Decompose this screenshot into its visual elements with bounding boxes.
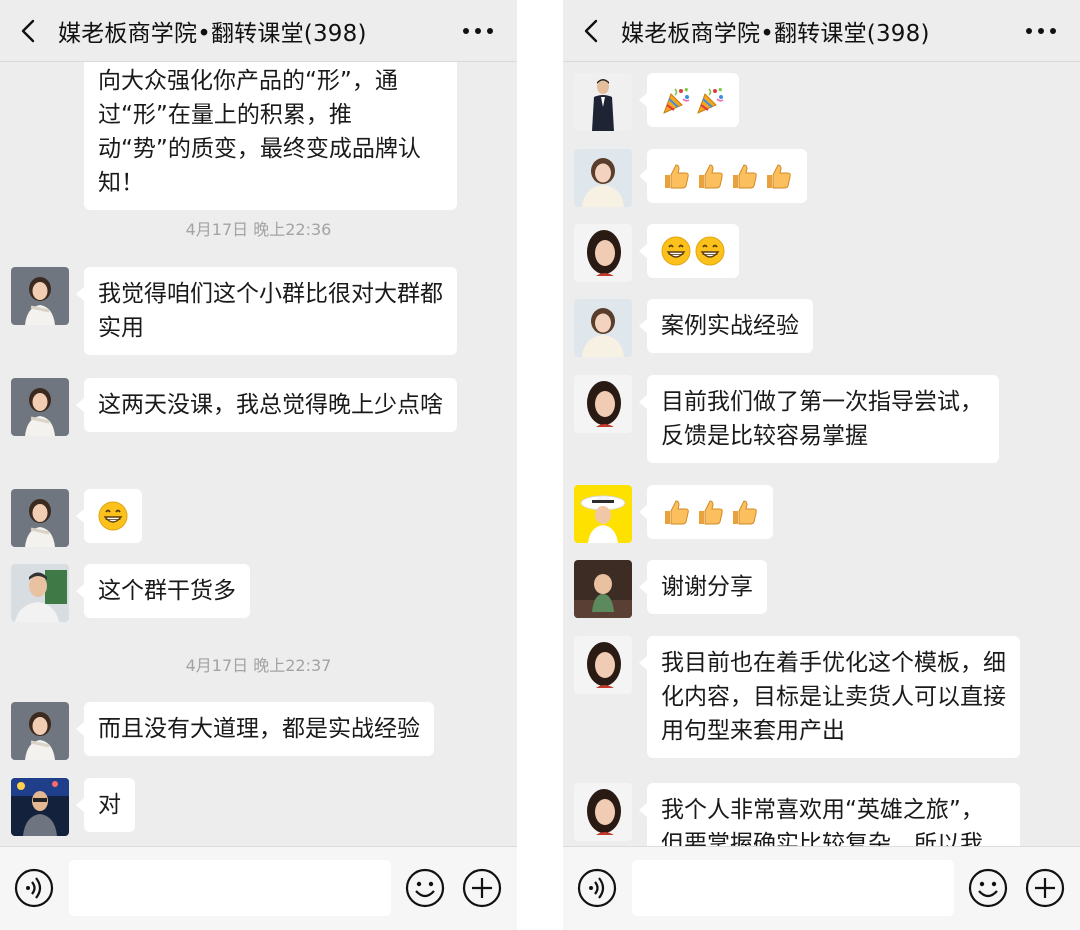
smile-icon[interactable] bbox=[968, 868, 1008, 908]
message-input[interactable] bbox=[69, 860, 391, 916]
voice-icon[interactable] bbox=[14, 868, 54, 908]
avatar[interactable] bbox=[574, 560, 632, 618]
chevron-left-icon[interactable] bbox=[581, 18, 603, 44]
message-bubble[interactable] bbox=[639, 485, 773, 539]
avatar[interactable] bbox=[574, 299, 632, 357]
message-bubble[interactable]: 向大众强化你产品的“形”，通过“形”在量上的积累，推动“势”的质变，最终变成品牌… bbox=[84, 62, 457, 210]
message-bubble[interactable]: 对 bbox=[76, 778, 135, 832]
plus-icon[interactable] bbox=[462, 868, 502, 908]
message-bubble[interactable]: 我觉得咱们这个小群比很对大群都实用 bbox=[76, 267, 457, 355]
more-dots-icon[interactable] bbox=[461, 23, 495, 39]
message-bubble[interactable]: 我个人非常喜欢用“英雄之旅”，但要掌握确实比较复杂，所以我 bbox=[639, 783, 1020, 846]
thumbs-up-emoji-icon bbox=[729, 161, 759, 191]
avatar[interactable] bbox=[574, 149, 632, 207]
more-dots-icon[interactable] bbox=[1024, 23, 1058, 39]
message-bubble[interactable]: 谢谢分享 bbox=[639, 560, 767, 614]
message-bubble[interactable]: 这个群干货多 bbox=[76, 564, 250, 618]
party-popper-emoji-icon bbox=[695, 85, 725, 115]
timestamp: 4月17日 晚上22:37 bbox=[185, 656, 332, 675]
grin-emoji-icon bbox=[661, 236, 691, 266]
avatar[interactable] bbox=[11, 564, 69, 622]
timestamp: 4月17日 晚上22:36 bbox=[185, 220, 332, 239]
plus-icon[interactable] bbox=[1025, 868, 1065, 908]
thumbs-up-emoji-icon bbox=[695, 161, 725, 191]
message-list[interactable]: 向大众强化你产品的“形”，通过“形”在量上的积累，推动“势”的质变，最终变成品牌… bbox=[0, 62, 517, 846]
avatar[interactable] bbox=[11, 489, 69, 547]
left-chat-screen: 媒老板商学院•翻转课堂(398) 向大众强化你产品的“形”，通过“形”在量上的积… bbox=[0, 0, 517, 930]
message-bubble[interactable]: 案例实战经验 bbox=[639, 299, 813, 353]
thumbs-up-emoji-icon bbox=[763, 161, 793, 191]
right-chat-screen: 媒老板商学院•翻转课堂(398) 案例实战经验 目前我们做了第一次指导尝试，反馈… bbox=[563, 0, 1080, 930]
message-bubble[interactable] bbox=[76, 489, 142, 543]
avatar[interactable] bbox=[11, 378, 69, 436]
chevron-left-icon[interactable] bbox=[18, 18, 40, 44]
message-input[interactable] bbox=[632, 860, 954, 916]
avatar[interactable] bbox=[574, 224, 632, 282]
thumbs-up-emoji-icon bbox=[661, 497, 691, 527]
avatar[interactable] bbox=[11, 702, 69, 760]
input-bar bbox=[563, 846, 1080, 930]
input-bar bbox=[0, 846, 517, 930]
avatar[interactable] bbox=[574, 375, 632, 433]
thumbs-up-emoji-icon bbox=[729, 497, 759, 527]
message-bubble[interactable]: 目前我们做了第一次指导尝试，反馈是比较容易掌握 bbox=[639, 375, 999, 463]
message-bubble[interactable]: 这两天没课，我总觉得晚上少点啥 bbox=[76, 378, 457, 432]
message-bubble[interactable]: 我目前也在着手优化这个模板，细化内容，目标是让卖货人可以直接用句型来套用产出 bbox=[639, 636, 1020, 758]
voice-icon[interactable] bbox=[577, 868, 617, 908]
avatar[interactable] bbox=[574, 636, 632, 694]
avatar[interactable] bbox=[574, 485, 632, 543]
avatar[interactable] bbox=[574, 73, 632, 131]
message-list[interactable]: 案例实战经验 目前我们做了第一次指导尝试，反馈是比较容易掌握 谢谢分享 我目前也… bbox=[563, 62, 1080, 846]
thumbs-up-emoji-icon bbox=[695, 497, 725, 527]
thumbs-up-emoji-icon bbox=[661, 161, 691, 191]
grin-emoji-icon bbox=[98, 501, 128, 531]
message-bubble[interactable] bbox=[639, 149, 807, 203]
avatar[interactable] bbox=[574, 783, 632, 841]
smile-icon[interactable] bbox=[405, 868, 445, 908]
chat-header: 媒老板商学院•翻转课堂(398) bbox=[0, 0, 517, 62]
message-bubble[interactable] bbox=[639, 224, 739, 278]
grin-emoji-icon bbox=[695, 236, 725, 266]
chat-title: 媒老板商学院•翻转课堂(398) bbox=[58, 21, 367, 47]
message-bubble[interactable]: 而且没有大道理，都是实战经验 bbox=[76, 702, 434, 756]
party-popper-emoji-icon bbox=[661, 85, 691, 115]
avatar[interactable] bbox=[11, 267, 69, 325]
avatar[interactable] bbox=[11, 778, 69, 836]
chat-title: 媒老板商学院•翻转课堂(398) bbox=[621, 21, 930, 47]
message-bubble[interactable] bbox=[639, 73, 739, 127]
chat-header: 媒老板商学院•翻转课堂(398) bbox=[563, 0, 1080, 62]
